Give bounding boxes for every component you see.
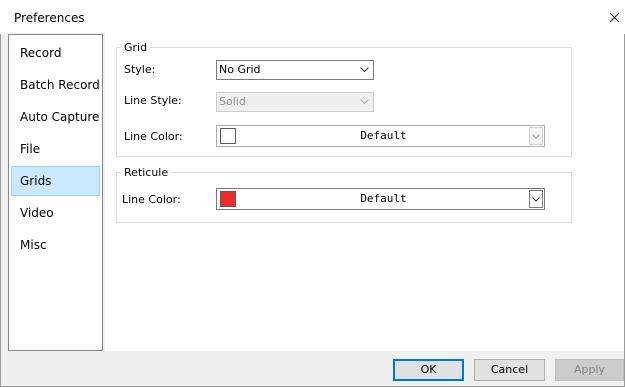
style-dropdown-value: No Grid (219, 63, 261, 76)
apply-button[interactable]: Apply (555, 359, 624, 381)
nav-item-label: Video (20, 206, 54, 220)
category-list: Record Batch Record Auto Capture File Gr… (8, 34, 103, 351)
reticule-line-color-dropdown[interactable]: Default (216, 188, 545, 210)
close-icon (609, 12, 619, 22)
window-title: Preferences (14, 11, 85, 25)
grid-line-color-label: Line Color: (124, 130, 183, 143)
reticule-line-color-label: Line Color: (122, 193, 181, 206)
chevron-down-icon (360, 93, 369, 111)
grid-group-legend: Grid (121, 41, 151, 54)
nav-item-label: File (20, 142, 41, 156)
reticule-line-color-drop-button[interactable] (529, 190, 543, 208)
nav-item-video[interactable]: Video (11, 198, 100, 228)
grid-line-color-swatch (220, 128, 236, 144)
nav-item-label: Grids (20, 174, 52, 188)
nav-item-misc[interactable]: Misc (11, 230, 100, 260)
chevron-down-icon (360, 61, 369, 79)
nav-item-file[interactable]: File (11, 134, 100, 164)
close-button[interactable] (603, 2, 625, 32)
line-style-dropdown[interactable]: Solid (216, 92, 374, 112)
settings-panel: Grid Style: No Grid Line Style: Solid Li… (105, 33, 624, 351)
title-bar: Preferences (0, 0, 625, 34)
grid-line-color-drop-button[interactable] (529, 127, 543, 145)
grid-line-color-value: Default (360, 129, 407, 142)
reticule-line-color-value: Default (360, 192, 407, 205)
nav-item-label: Misc (20, 238, 47, 252)
nav-item-auto-capture[interactable]: Auto Capture (11, 102, 100, 132)
nav-item-batch-record[interactable]: Batch Record (11, 70, 100, 100)
reticule-group-legend: Reticule (121, 166, 172, 179)
style-dropdown[interactable]: No Grid (216, 60, 374, 80)
grid-line-color-dropdown[interactable]: Default (216, 125, 545, 147)
style-label: Style: (124, 63, 156, 76)
chevron-down-icon (532, 196, 540, 202)
ok-button[interactable]: OK (393, 359, 464, 381)
nav-item-record[interactable]: Record (11, 38, 100, 68)
dialog-client: Record Batch Record Auto Capture File Gr… (1, 33, 624, 386)
nav-item-label: Batch Record (20, 78, 100, 92)
nav-item-label: Record (20, 46, 62, 60)
line-style-dropdown-value: Solid (219, 95, 246, 108)
nav-item-grids[interactable]: Grids (11, 166, 100, 196)
reticule-line-color-swatch (220, 191, 236, 207)
chevron-down-icon (532, 133, 540, 139)
nav-item-label: Auto Capture (20, 110, 100, 124)
cancel-button[interactable]: Cancel (474, 359, 545, 381)
line-style-label: Line Style: (124, 94, 182, 107)
